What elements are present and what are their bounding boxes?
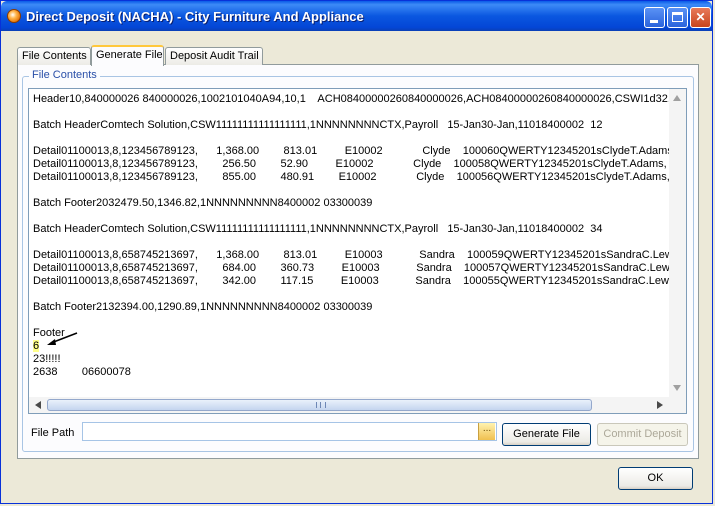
- horizontal-scrollbar[interactable]: [29, 397, 669, 413]
- browse-button[interactable]: ...: [478, 423, 495, 440]
- file-contents-line: 6: [33, 340, 40, 353]
- file-contents-line: Detail01100013,8,123456789123, 855.00 48…: [33, 171, 670, 184]
- tab-label: Deposit Audit Trail: [170, 50, 259, 62]
- line-text: Batch Footer2132394.00,1290.89,1NNNNNNNN…: [33, 301, 373, 313]
- line-text: 6: [33, 340, 40, 352]
- scroll-right-icon[interactable]: [657, 401, 663, 409]
- line-text: Detail01100013,8,658745213697, 342.00 11…: [33, 275, 669, 287]
- line-text: Batch Footer2032479.50,1346.82,1NNNNNNNN…: [33, 197, 373, 209]
- commit-deposit-button[interactable]: Commit Deposit: [597, 423, 688, 446]
- file-contents-line: Detail01100013,8,123456789123, 1,368.00 …: [33, 145, 676, 158]
- file-contents-line: Batch HeaderComtech Solution,CSW11111111…: [33, 223, 602, 236]
- tab-deposit-audit-trail[interactable]: Deposit Audit Trail: [165, 47, 263, 65]
- minimize-button[interactable]: [644, 7, 665, 28]
- line-text: Detail01100013,8,123456789123, 855.00 48…: [33, 171, 670, 183]
- line-text: Detail01100013,8,123456789123, 1,368.00 …: [33, 145, 676, 157]
- scroll-down-icon[interactable]: [673, 385, 681, 391]
- group-label: File Contents: [29, 69, 100, 81]
- grip-icon: [316, 402, 326, 408]
- file-path-input[interactable]: [82, 422, 497, 441]
- tab-label: Generate File: [96, 49, 163, 61]
- file-contents-line: Batch HeaderComtech Solution,CSW11111111…: [33, 119, 602, 132]
- line-text: Detail01100013,8,658745213697, 1,368.00 …: [33, 249, 673, 261]
- ok-button[interactable]: OK: [618, 467, 693, 490]
- file-contents-textarea[interactable]: Header10,840000026 840000026,1002101040A…: [28, 88, 687, 414]
- scroll-left-icon[interactable]: [35, 401, 41, 409]
- generate-file-button[interactable]: Generate File: [502, 423, 591, 446]
- scroll-up-icon[interactable]: [673, 95, 681, 101]
- line-text: Detail01100013,8,658745213697, 684.00 36…: [33, 262, 670, 274]
- tab-generate-file[interactable]: Generate File: [91, 45, 164, 66]
- vertical-scrollbar[interactable]: [669, 89, 686, 397]
- scrollbar-corner: [669, 397, 686, 413]
- file-path-label: File Path: [31, 427, 75, 439]
- file-contents-line: Detail01100013,8,658745213697, 1,368.00 …: [33, 249, 673, 262]
- tab-file-contents[interactable]: File Contents: [17, 47, 91, 65]
- file-contents-line: Detail01100013,8,123456789123, 256.50 52…: [33, 158, 667, 171]
- title-bar[interactable]: Direct Deposit (NACHA) - City Furniture …: [1, 1, 712, 31]
- file-contents-line: 2638 06600078: [33, 366, 131, 379]
- file-contents-line: 23!!!!!: [33, 353, 61, 366]
- maximize-button[interactable]: [667, 7, 688, 28]
- file-contents-line: Batch Footer2032479.50,1346.82,1NNNNNNNN…: [33, 197, 372, 210]
- minimize-icon: [650, 20, 658, 23]
- file-contents-line: Header10,840000026 840000026,1002101040A…: [33, 93, 671, 106]
- line-text: 23!!!!!: [33, 353, 61, 365]
- line-text: Batch HeaderComtech Solution,CSW11111111…: [33, 223, 603, 235]
- file-contents-line: Batch Footer2132394.00,1290.89,1NNNNNNNN…: [33, 301, 372, 314]
- close-icon: ✕: [695, 10, 706, 24]
- app-orb-icon: [7, 9, 21, 23]
- file-contents-line: Detail01100013,8,658745213697, 342.00 11…: [33, 275, 669, 288]
- line-text: 2638 06600078: [33, 366, 131, 378]
- dialog-window: Direct Deposit (NACHA) - City Furniture …: [0, 0, 713, 504]
- line-text: Detail01100013,8,123456789123, 256.50 52…: [33, 158, 667, 170]
- line-text: Header10,840000026 840000026,1002101040A…: [33, 93, 671, 105]
- maximize-icon: [672, 12, 683, 22]
- window-title: Direct Deposit (NACHA) - City Furniture …: [26, 9, 364, 24]
- tab-label: File Contents: [22, 50, 87, 62]
- close-button[interactable]: ✕: [690, 7, 711, 28]
- file-contents-line: Detail01100013,8,658745213697, 684.00 36…: [33, 262, 670, 275]
- arrow-icon: [47, 332, 78, 345]
- horizontal-scroll-thumb[interactable]: [47, 399, 592, 411]
- line-text: Batch HeaderComtech Solution,CSW11111111…: [33, 119, 603, 131]
